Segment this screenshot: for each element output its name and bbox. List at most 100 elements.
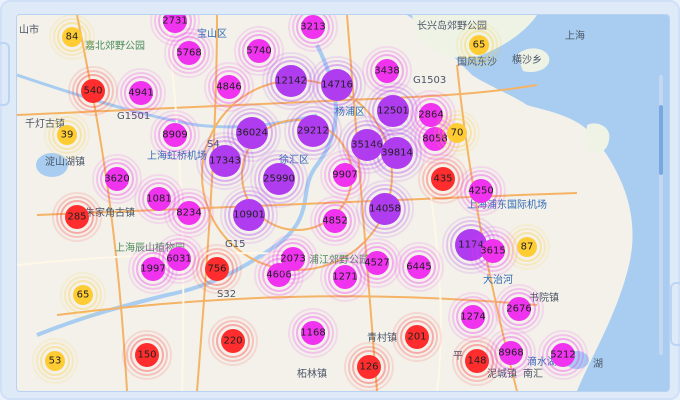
- frame-left-decoration: [0, 42, 10, 106]
- cluster-marker[interactable]: 150: [122, 330, 172, 380]
- cluster-marker[interactable]: 8234: [164, 188, 214, 238]
- cluster-marker[interactable]: 4846: [204, 62, 254, 112]
- cluster-count: 8234: [176, 208, 201, 219]
- cluster-marker[interactable]: 1274: [448, 292, 498, 342]
- cluster-marker[interactable]: 1997: [128, 244, 178, 294]
- cluster-count: 65: [77, 290, 90, 301]
- cluster-count: 1997: [140, 264, 165, 275]
- place-label: 杨浦区: [335, 105, 365, 118]
- cluster-count: 84: [66, 32, 79, 43]
- cluster-count: 285: [67, 212, 86, 223]
- cluster-count: 1274: [460, 312, 485, 323]
- cluster-count: 29212: [297, 126, 329, 137]
- cluster-marker[interactable]: 53: [32, 338, 78, 384]
- cluster-marker[interactable]: 540: [68, 66, 118, 116]
- place-label: 横沙乡: [512, 53, 542, 66]
- cluster-count: 201: [407, 332, 426, 343]
- cluster-count: 2073: [280, 254, 305, 265]
- cluster-count: 12501: [377, 106, 409, 117]
- cluster-count: 220: [223, 336, 242, 347]
- place-label: 山市: [19, 23, 39, 36]
- map-svg[interactable]: 山市 嘉北郊野公园 宝山区 长兴岛郊野公园 国风东沙 横沙乡 上海 千灯古镇 淀…: [17, 15, 669, 391]
- cluster-count: 6445: [406, 262, 431, 273]
- cluster-count: 8968: [498, 348, 523, 359]
- cluster-count: 5740: [246, 46, 271, 57]
- place-label: 上海: [565, 29, 585, 42]
- cluster-count: 540: [83, 86, 102, 97]
- place-label: 柘林镇: [297, 367, 327, 380]
- cluster-count: 25990: [263, 174, 295, 185]
- cluster-marker[interactable]: 8968: [486, 328, 536, 378]
- cluster-marker[interactable]: 220: [208, 316, 258, 366]
- map-scrollbar-thumb[interactable]: [659, 105, 663, 175]
- cluster-marker[interactable]: 2073: [268, 234, 318, 284]
- cluster-count: 4852: [322, 216, 347, 227]
- cluster-count: 14716: [321, 80, 353, 91]
- cluster-marker[interactable]: 39814: [368, 124, 426, 182]
- cluster-count: 5212: [550, 350, 575, 361]
- cluster-count: 39814: [381, 148, 413, 159]
- cluster-count: 4527: [364, 258, 389, 269]
- cluster-marker[interactable]: 1168: [288, 308, 338, 358]
- cluster-marker[interactable]: 29212: [284, 102, 342, 160]
- cluster-count: 435: [433, 174, 452, 185]
- cluster-count: 12142: [275, 76, 307, 87]
- place-label: 南汇: [523, 367, 543, 380]
- cluster-marker[interactable]: 39: [44, 112, 90, 158]
- cluster-marker[interactable]: 4250: [456, 166, 506, 216]
- cluster-count: 1168: [300, 328, 325, 339]
- cluster-count: 9907: [332, 170, 357, 181]
- cluster-count: 3620: [104, 174, 129, 185]
- place-label: 湖: [593, 358, 603, 370]
- cluster-marker[interactable]: 12142: [262, 52, 320, 110]
- cluster-marker[interactable]: 5768: [164, 28, 214, 78]
- cluster-marker[interactable]: 4941: [116, 68, 166, 118]
- cluster-count: 39: [61, 130, 74, 141]
- cluster-count: 70: [451, 128, 464, 139]
- map-canvas[interactable]: 山市 嘉北郊野公园 宝山区 长兴岛郊野公园 国风东沙 横沙乡 上海 千灯古镇 淀…: [16, 14, 670, 392]
- cluster-marker[interactable]: 126: [344, 342, 394, 391]
- cluster-count: 4250: [468, 186, 493, 197]
- cluster-marker[interactable]: 14716: [308, 56, 366, 114]
- cluster-marker[interactable]: 10901: [220, 186, 278, 244]
- cluster-marker[interactable]: 3620: [92, 154, 142, 204]
- cluster-count: 53: [49, 356, 62, 367]
- cluster-count: 2731: [162, 16, 187, 27]
- cluster-count: 17343: [209, 156, 241, 167]
- cluster-marker[interactable]: 8909: [150, 110, 200, 160]
- cluster-count: 148: [467, 356, 486, 367]
- cluster-count: 1271: [332, 272, 357, 283]
- place-label: 长兴岛郊野公园: [417, 19, 487, 32]
- cluster-count: 65: [473, 40, 486, 51]
- cluster-count: 4941: [128, 88, 153, 99]
- cluster-marker[interactable]: 4527: [352, 238, 402, 288]
- cluster-marker[interactable]: 84: [49, 15, 95, 60]
- cluster-marker[interactable]: 285: [52, 192, 102, 242]
- cluster-marker[interactable]: 5212: [538, 330, 588, 380]
- cluster-marker[interactable]: 3213: [288, 15, 338, 52]
- cluster-count: 3213: [300, 22, 325, 33]
- cluster-marker[interactable]: 4852: [310, 196, 360, 246]
- cluster-count: 126: [359, 362, 378, 373]
- cluster-marker[interactable]: 201: [392, 312, 442, 362]
- cluster-count: 3615: [480, 246, 505, 257]
- cluster-marker[interactable]: 65: [60, 272, 106, 318]
- cluster-count: 87: [521, 242, 534, 253]
- road-label: G1503: [413, 75, 446, 86]
- cluster-marker[interactable]: 14058: [356, 180, 414, 238]
- cluster-marker[interactable]: 6445: [394, 242, 444, 292]
- frame-right-decoration: [670, 282, 680, 346]
- cluster-count: 4846: [216, 82, 241, 93]
- cluster-marker[interactable]: 17343: [196, 132, 254, 190]
- cluster-count: 5768: [176, 48, 201, 59]
- cluster-count: 10901: [233, 210, 265, 221]
- cluster-count: 8909: [162, 130, 187, 141]
- map-frame: 山市 嘉北郊野公园 宝山区 长兴岛郊野公园 国风东沙 横沙乡 上海 千灯古镇 淀…: [0, 0, 680, 400]
- cluster-count: 756: [207, 264, 226, 275]
- cluster-count: 14058: [369, 204, 401, 215]
- cluster-count: 3438: [374, 66, 399, 77]
- cluster-count: 150: [137, 350, 156, 361]
- cluster-marker[interactable]: 2676: [494, 284, 544, 334]
- cluster-count: 2676: [506, 304, 531, 315]
- cluster-marker[interactable]: 756: [192, 244, 242, 294]
